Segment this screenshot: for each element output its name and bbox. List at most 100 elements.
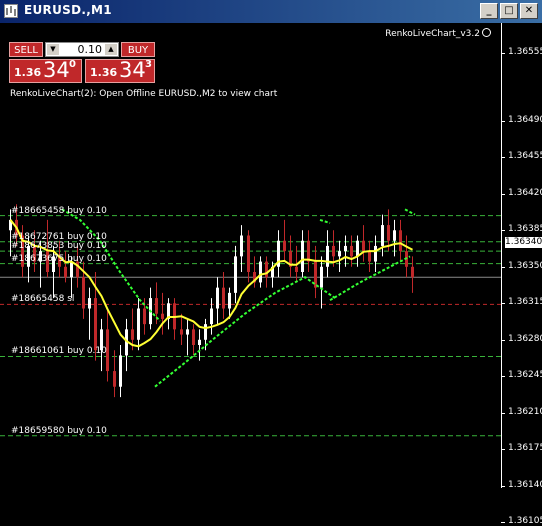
candle-body <box>387 225 390 241</box>
price-tick-label: 1.36490 <box>508 114 542 125</box>
order-label: #18659580 buy 0.10 <box>11 425 107 436</box>
price-tick-mark <box>501 266 505 268</box>
candle-body <box>356 240 359 257</box>
price-tick-mark <box>501 193 505 195</box>
candle-body <box>362 240 365 252</box>
order-label: #18673675 buy 0.10 <box>11 253 107 264</box>
candle-body <box>143 308 146 325</box>
one-click-trading-panel: SELL ▼ 0.10 ▲ BUY 1.36 34 0 1.36 34 3 <box>9 42 155 83</box>
sell-button[interactable]: SELL <box>9 42 43 57</box>
candle-body <box>88 298 91 309</box>
trend-indicator-line <box>404 208 416 216</box>
price-tick-label: 1.36105 <box>508 516 542 526</box>
price-tick-label: 1.36210 <box>508 406 542 417</box>
sell-price-big: 34 <box>43 58 70 82</box>
price-tick-label: 1.36245 <box>508 370 542 381</box>
order-label: #18673853 buy 0.10 <box>11 241 107 252</box>
price-tick-label: 1.36555 <box>508 47 542 57</box>
candle-body <box>228 292 231 309</box>
maximize-button[interactable]: □ <box>500 3 518 19</box>
price-tick-label: 1.36385 <box>508 224 542 235</box>
candle-body <box>216 287 219 309</box>
candle-body <box>307 240 310 262</box>
current-price-label: 1.36340 <box>505 237 542 248</box>
candle-body <box>240 235 243 257</box>
trend-indicator-line <box>319 218 331 224</box>
candle-body <box>119 355 122 387</box>
volume-input[interactable]: 0.10 <box>62 43 103 56</box>
candle-body <box>399 230 402 252</box>
price-tick-mark <box>501 53 505 54</box>
sell-price-quote[interactable]: 1.36 34 0 <box>9 58 82 83</box>
candle-body <box>368 251 371 262</box>
volume-decrease-icon[interactable]: ▼ <box>47 44 59 55</box>
candle-body <box>374 245 377 262</box>
candle-body <box>82 277 85 309</box>
candle-body <box>338 251 341 257</box>
candle-body <box>204 324 207 340</box>
price-tick-label: 1.36350 <box>508 260 542 271</box>
price-tick-label: 1.36455 <box>508 151 542 162</box>
candle-body <box>301 240 304 272</box>
close-button[interactable]: ✕ <box>520 3 538 19</box>
candle-body <box>210 308 213 325</box>
price-tick-mark <box>501 230 505 232</box>
buy-button[interactable]: BUY <box>121 42 155 57</box>
sell-price-sup: 0 <box>69 59 76 70</box>
price-tick-label: 1.36315 <box>508 297 542 308</box>
candle-body <box>283 240 286 252</box>
sell-price-prefix: 1.36 <box>14 66 42 79</box>
candle-body <box>320 266 323 288</box>
candle-body <box>155 298 158 314</box>
candle-body <box>113 371 116 387</box>
title-bar[interactable]: EURUSD.,M1 _ □ ✕ <box>0 0 542 23</box>
volume-increase-icon[interactable]: ▲ <box>105 44 117 55</box>
order-label: #18665458 buy 0.10 <box>11 205 107 216</box>
buy-price-sup: 3 <box>145 59 152 70</box>
order-label: #18661061 buy 0.10 <box>11 346 107 357</box>
candle-body <box>94 298 97 351</box>
candle-body <box>192 329 195 345</box>
price-tick-mark <box>501 376 505 378</box>
candle-body <box>411 266 414 278</box>
candle-body <box>295 266 298 272</box>
indicator-name: RenkoLiveChart_v3.2 <box>385 29 480 39</box>
candle-body <box>332 245 335 257</box>
chart-window-icon <box>4 4 18 18</box>
buy-price-big: 34 <box>119 58 146 82</box>
candle-body <box>381 225 384 246</box>
smiley-icon <box>482 28 491 37</box>
buy-price-quote[interactable]: 1.36 34 3 <box>85 58 155 83</box>
minimize-button[interactable]: _ <box>480 3 498 19</box>
candle-body <box>186 329 189 335</box>
candle-body <box>137 308 140 340</box>
candle-body <box>265 261 268 278</box>
chart-message: RenkoLiveChart(2): Open Offline EURUSD.,… <box>10 89 278 99</box>
candle-body <box>350 245 353 257</box>
price-tick-mark <box>501 449 505 451</box>
candle-body <box>247 235 250 272</box>
price-tick-label: 1.36280 <box>508 333 542 344</box>
candle-body <box>70 261 73 278</box>
price-tick-mark <box>501 485 505 487</box>
candle-body <box>131 329 134 340</box>
price-tick-label: 1.36140 <box>508 479 542 490</box>
buy-price-prefix: 1.36 <box>90 66 118 79</box>
price-tick-mark <box>501 120 505 122</box>
candle-body <box>198 339 201 345</box>
price-tick-mark <box>501 522 505 524</box>
price-tick-mark <box>501 303 505 305</box>
window-title: EURUSD.,M1 <box>24 3 112 17</box>
indicator-label: RenkoLiveChart_v3.2 <box>385 28 491 39</box>
price-tick-label: 1.36420 <box>508 187 542 198</box>
candle-body <box>222 287 225 309</box>
price-tick-mark <box>501 157 505 159</box>
chart-window: EURUSD.,M1 _ □ ✕ 1.36555 1.36490 1.36455 1.… <box>0 0 542 526</box>
volume-stepper[interactable]: ▼ 0.10 ▲ <box>45 42 119 57</box>
price-tick-label: 1.36175 <box>508 443 542 454</box>
candle-body <box>161 313 164 319</box>
candle-body <box>259 261 262 283</box>
price-tick-mark <box>501 412 505 414</box>
candle-body <box>234 256 237 293</box>
order-label: #18665458 sl <box>11 294 75 305</box>
